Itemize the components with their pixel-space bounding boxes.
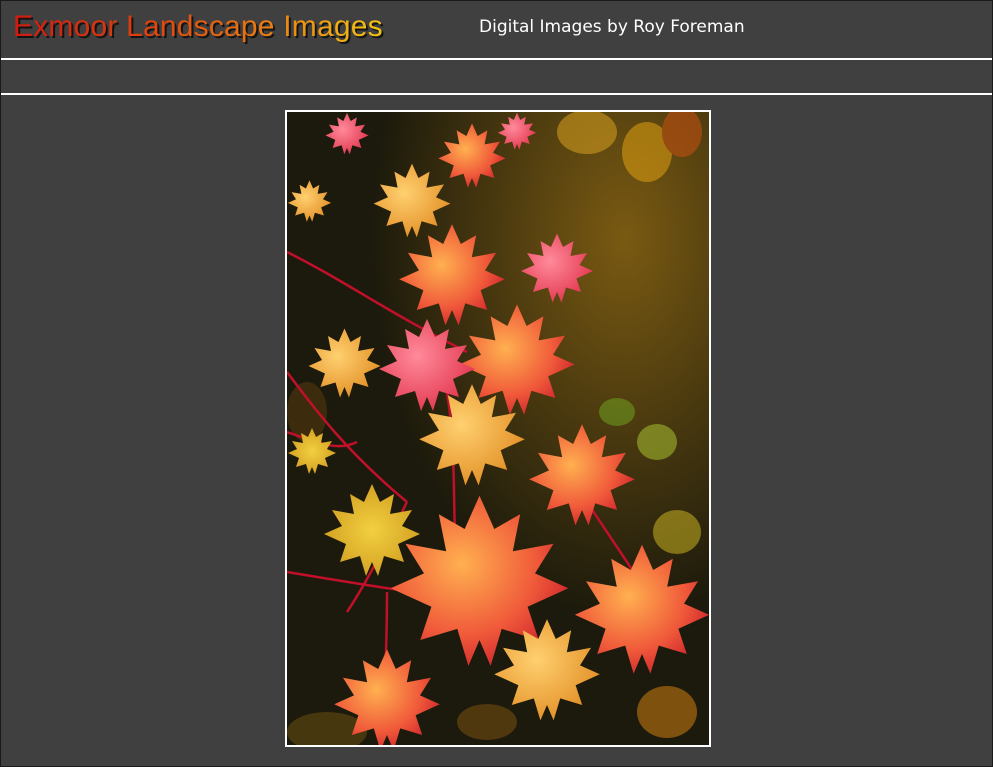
site-title[interactable]: Exmoor Landscape Images [13, 10, 383, 44]
nav-divider [1, 93, 992, 95]
autumn-leaves-photo-icon [287, 112, 709, 745]
site-header: Exmoor Landscape Images Digital Images b… [1, 1, 992, 58]
featured-photo [285, 110, 711, 747]
nav-bar [1, 60, 992, 93]
site-subtitle: Digital Images by Roy Foreman [479, 17, 745, 37]
